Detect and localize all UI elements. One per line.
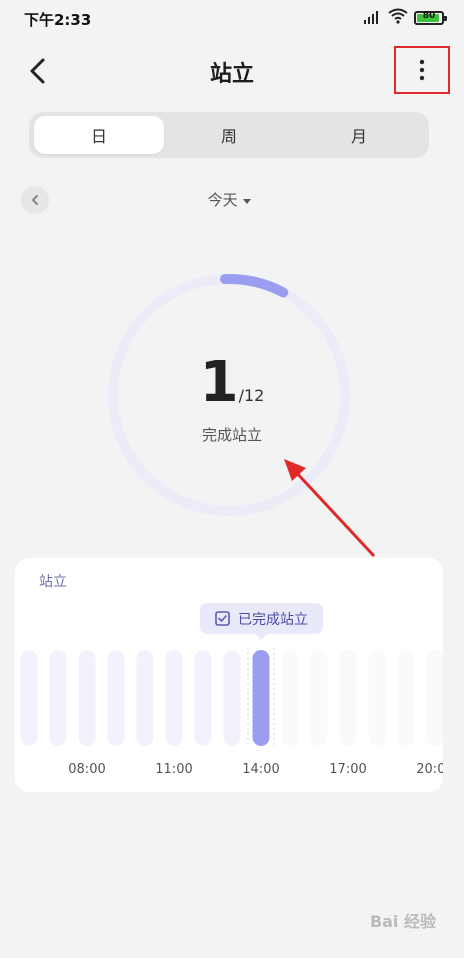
- chart-bar: [426, 650, 443, 746]
- previous-date-button[interactable]: [21, 186, 49, 214]
- chart-bar: [107, 650, 125, 746]
- stand-chart-card: 站立 08:0011:0014:0017:0020:00 已完成站立: [15, 558, 443, 792]
- wifi-icon: [388, 8, 408, 28]
- chart-bar: [252, 650, 270, 746]
- x-axis-tick-label: 08:00: [68, 762, 105, 777]
- chart-bar: [78, 650, 96, 746]
- chart-bar: [136, 650, 154, 746]
- annotation-arrow: [284, 459, 376, 558]
- stand-bar-chart: 08:00 11:00 14:00 17:00 20:00: [20, 648, 443, 777]
- tab-day[interactable]: 日: [34, 116, 164, 154]
- chart-bar: [20, 650, 38, 746]
- chart-tooltip: 已完成站立: [200, 603, 323, 640]
- more-vertical-icon: [419, 59, 425, 81]
- chart-bar: [368, 650, 386, 746]
- header: 站立: [0, 42, 464, 102]
- status-bar: 下午2:33 80: [0, 0, 464, 38]
- checkbox-checked-icon: [215, 611, 230, 626]
- tab-week[interactable]: 周: [164, 116, 294, 154]
- caret-down-icon: [243, 198, 252, 204]
- date-label: 今天: [207, 191, 238, 209]
- signal-icon: [362, 9, 382, 28]
- period-tabs: 日 周 月: [29, 112, 429, 158]
- chart-bar: [281, 650, 299, 746]
- chart-bar: [165, 650, 183, 746]
- ring-label: 完成站立: [201, 426, 262, 444]
- baidu-watermark: Bai 经验: [369, 912, 436, 931]
- x-axis-tick-label: 11:00: [155, 762, 192, 777]
- status-icons: 80: [362, 8, 447, 28]
- chart-bar: [194, 650, 212, 746]
- x-axis-tick-label: 20:00: [416, 762, 443, 777]
- x-axis-tick-label: 17:00: [329, 762, 366, 777]
- battery-level: 80: [422, 11, 436, 21]
- chart-bar: [339, 650, 357, 746]
- x-axis-tick-label: 14:00: [242, 762, 279, 777]
- chart-bar: [397, 650, 415, 746]
- tab-month[interactable]: 月: [294, 116, 424, 154]
- status-time: 下午2:33: [24, 11, 92, 29]
- chevron-left-icon: [31, 195, 38, 205]
- chart-bar: [223, 650, 241, 746]
- stand-completed-count: 1: [199, 350, 239, 415]
- stand-goal: /12: [238, 386, 265, 405]
- tooltip-text: 已完成站立: [238, 611, 308, 628]
- chart-bar: [310, 650, 328, 746]
- more-options-button[interactable]: [394, 46, 450, 94]
- stand-count: 1/12: [0, 350, 464, 415]
- date-selector[interactable]: 今天: [180, 189, 280, 210]
- battery-icon: 80: [414, 11, 447, 25]
- chart-bar: [49, 650, 67, 746]
